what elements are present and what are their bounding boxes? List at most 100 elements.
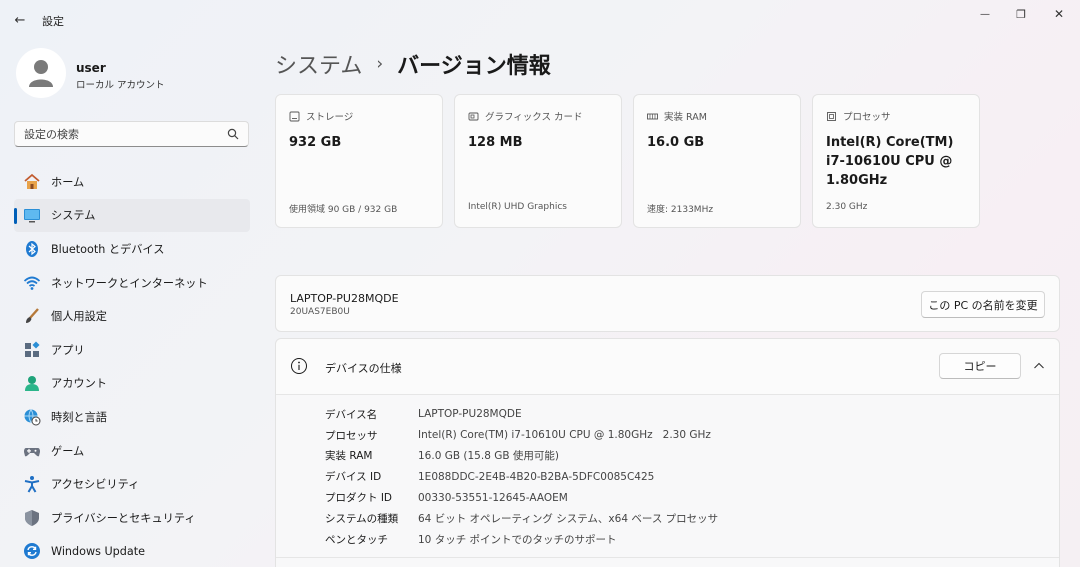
sidebar-nav: ホーム システム Bluetooth とデバイス ネットワークとインターネット …	[14, 165, 250, 567]
card-header: グラフィックス カード	[468, 109, 583, 123]
spec-value: 16.0 GB (15.8 GB 使用可能)	[418, 450, 559, 463]
chevron-up-icon[interactable]	[1033, 361, 1045, 371]
card-value: Intel(R) Core(TM) i7-10610U CPU @ 1.80GH…	[826, 135, 954, 188]
card-subtext: 2.30 GHz	[826, 202, 868, 212]
card-label: 実装 RAM	[664, 112, 707, 123]
sidebar-item-label: システム	[51, 209, 96, 223]
update-icon	[23, 542, 41, 560]
sidebar-item-privacy-security[interactable]: プライバシーとセキュリティ	[14, 501, 250, 535]
graphics-card[interactable]: グラフィックス カード 128 MB Intel(R) UHD Graphics	[454, 94, 622, 228]
pc-model: 20UAS7EB0U	[290, 307, 350, 317]
spec-key: システムの種類	[325, 512, 399, 525]
minimize-icon: —	[980, 8, 990, 20]
spec-row: システムの種類 64 ビット オペレーティング システム、x64 ベース プロセ…	[325, 508, 718, 529]
spec-value: 1E088DDC-2E4B-4B20-B2BA-5DFC0085C425	[418, 470, 655, 483]
wifi-icon	[23, 274, 41, 292]
card-subtext: Intel(R) UHD Graphics	[468, 202, 567, 212]
cpu-icon	[827, 111, 836, 121]
sidebar-item-apps[interactable]: アプリ	[14, 333, 250, 367]
sidebar-item-label: 個人用設定	[51, 310, 107, 324]
device-spec-list: デバイス名 LAPTOP-PU28MQDE プロセッサ Intel(R) Cor…	[325, 404, 718, 550]
close-button[interactable]: ✕	[1036, 0, 1080, 28]
sidebar-item-windows-update[interactable]: Windows Update	[14, 535, 250, 567]
copy-button[interactable]: コピー	[939, 353, 1021, 379]
spec-key: プロダクト ID	[325, 492, 393, 505]
sidebar-item-network[interactable]: ネットワークとインターネット	[14, 266, 250, 300]
user-avatar-icon	[29, 60, 53, 87]
globe-clock-icon	[23, 408, 41, 426]
spec-key: デバイス ID	[325, 471, 382, 484]
spec-row: プロセッサ Intel(R) Core(TM) i7-10610U CPU @ …	[325, 425, 718, 446]
bluetooth-icon	[23, 240, 41, 258]
divider	[276, 557, 1059, 558]
card-label: プロセッサ	[843, 112, 891, 123]
gamepad-icon	[23, 442, 41, 460]
sidebar-item-label: Bluetooth とデバイス	[51, 242, 165, 256]
user-name: user	[76, 61, 106, 75]
storage-icon	[289, 111, 300, 121]
sidebar-item-label: Windows Update	[51, 544, 146, 558]
card-value: 16.0 GB	[647, 135, 705, 150]
card-value: 932 GB	[289, 135, 342, 150]
sidebar-item-personalization[interactable]: 個人用設定	[14, 299, 250, 333]
card-header: ストレージ	[289, 109, 353, 123]
sidebar-item-system[interactable]: システム	[14, 198, 250, 233]
ram-icon	[647, 113, 658, 119]
maximize-icon: ❐	[1016, 7, 1026, 21]
shield-icon	[23, 509, 41, 527]
home-icon	[23, 173, 41, 191]
sidebar-item-label: アカウント	[51, 377, 107, 391]
spec-key: デバイス名	[325, 408, 378, 421]
card-label: グラフィックス カード	[485, 112, 583, 123]
app-title: 設定	[42, 15, 64, 28]
card-header: プロセッサ	[826, 109, 891, 123]
spec-key: 実装 RAM	[325, 450, 373, 463]
sidebar-item-accounts[interactable]: アカウント	[14, 367, 250, 401]
storage-card[interactable]: ストレージ 932 GB 使用領域 90 GB / 932 GB	[275, 94, 443, 228]
back-button[interactable]: ←	[8, 9, 32, 31]
spec-value: 00330-53551-12645-AAOEM	[418, 491, 568, 504]
accessibility-icon	[23, 475, 41, 493]
spec-row: ペンとタッチ 10 タッチ ポイントでのタッチのサポート	[325, 529, 718, 550]
sidebar-item-label: アプリ	[51, 343, 85, 357]
device-spec-panel: デバイスの仕様 コピー デバイス名 LAPTOP-PU28MQDE プロセッサ …	[275, 338, 1060, 567]
breadcrumb-parent[interactable]: システム	[275, 48, 362, 80]
card-value: 128 MB	[468, 135, 523, 150]
breadcrumb: システム › バージョン情報	[275, 48, 551, 80]
spec-value: 10 タッチ ポイントでのタッチのサポート	[418, 533, 617, 546]
card-label: ストレージ	[306, 112, 354, 123]
spec-value: Intel(R) Core(TM) i7-10610U CPU @ 1.80GH…	[418, 429, 711, 442]
ram-card[interactable]: 実装 RAM 16.0 GB 速度: 2133MHz	[633, 94, 801, 228]
avatar[interactable]	[16, 48, 66, 98]
brush-icon	[23, 307, 41, 325]
system-icon	[23, 206, 41, 224]
sidebar-item-gaming[interactable]: ゲーム	[14, 434, 250, 468]
sidebar-item-bluetooth[interactable]: Bluetooth とデバイス	[14, 232, 250, 266]
title-bar: ← 設定 — ❐ ✕	[0, 0, 1080, 40]
spec-key: ペンとタッチ	[325, 533, 388, 546]
search-icon[interactable]	[227, 128, 239, 140]
rename-pc-button[interactable]: この PC の名前を変更	[921, 291, 1045, 318]
apps-icon	[23, 341, 41, 359]
sidebar-item-label: ホーム	[51, 175, 85, 189]
processor-card[interactable]: プロセッサ Intel(R) Core(TM) i7-10610U CPU @ …	[812, 94, 980, 228]
device-spec-header[interactable]: デバイスの仕様 コピー	[276, 339, 1059, 395]
spec-row: 実装 RAM 16.0 GB (15.8 GB 使用可能)	[325, 446, 718, 467]
account-icon	[23, 374, 41, 392]
sidebar-item-home[interactable]: ホーム	[14, 165, 250, 199]
pc-name: LAPTOP-PU28MQDE	[290, 292, 399, 305]
card-subtext: 使用領域 90 GB / 932 GB	[289, 205, 398, 215]
device-spec-title: デバイスの仕様	[325, 362, 402, 375]
sidebar-item-label: 時刻と言語	[51, 410, 107, 424]
spec-key: プロセッサ	[325, 429, 378, 442]
back-arrow-icon: ←	[14, 12, 26, 28]
sidebar-item-time-language[interactable]: 時刻と言語	[14, 400, 250, 434]
account-type: ローカル アカウント	[76, 80, 165, 91]
gpu-icon	[468, 112, 479, 120]
sidebar-item-accessibility[interactable]: アクセシビリティ	[14, 467, 250, 501]
search-box	[14, 121, 249, 147]
breadcrumb-separator: ›	[376, 54, 384, 74]
card-subtext: 速度: 2133MHz	[647, 205, 714, 215]
search-input[interactable]	[15, 122, 215, 146]
spec-row: プロダクト ID 00330-53551-12645-AAOEM	[325, 487, 718, 508]
